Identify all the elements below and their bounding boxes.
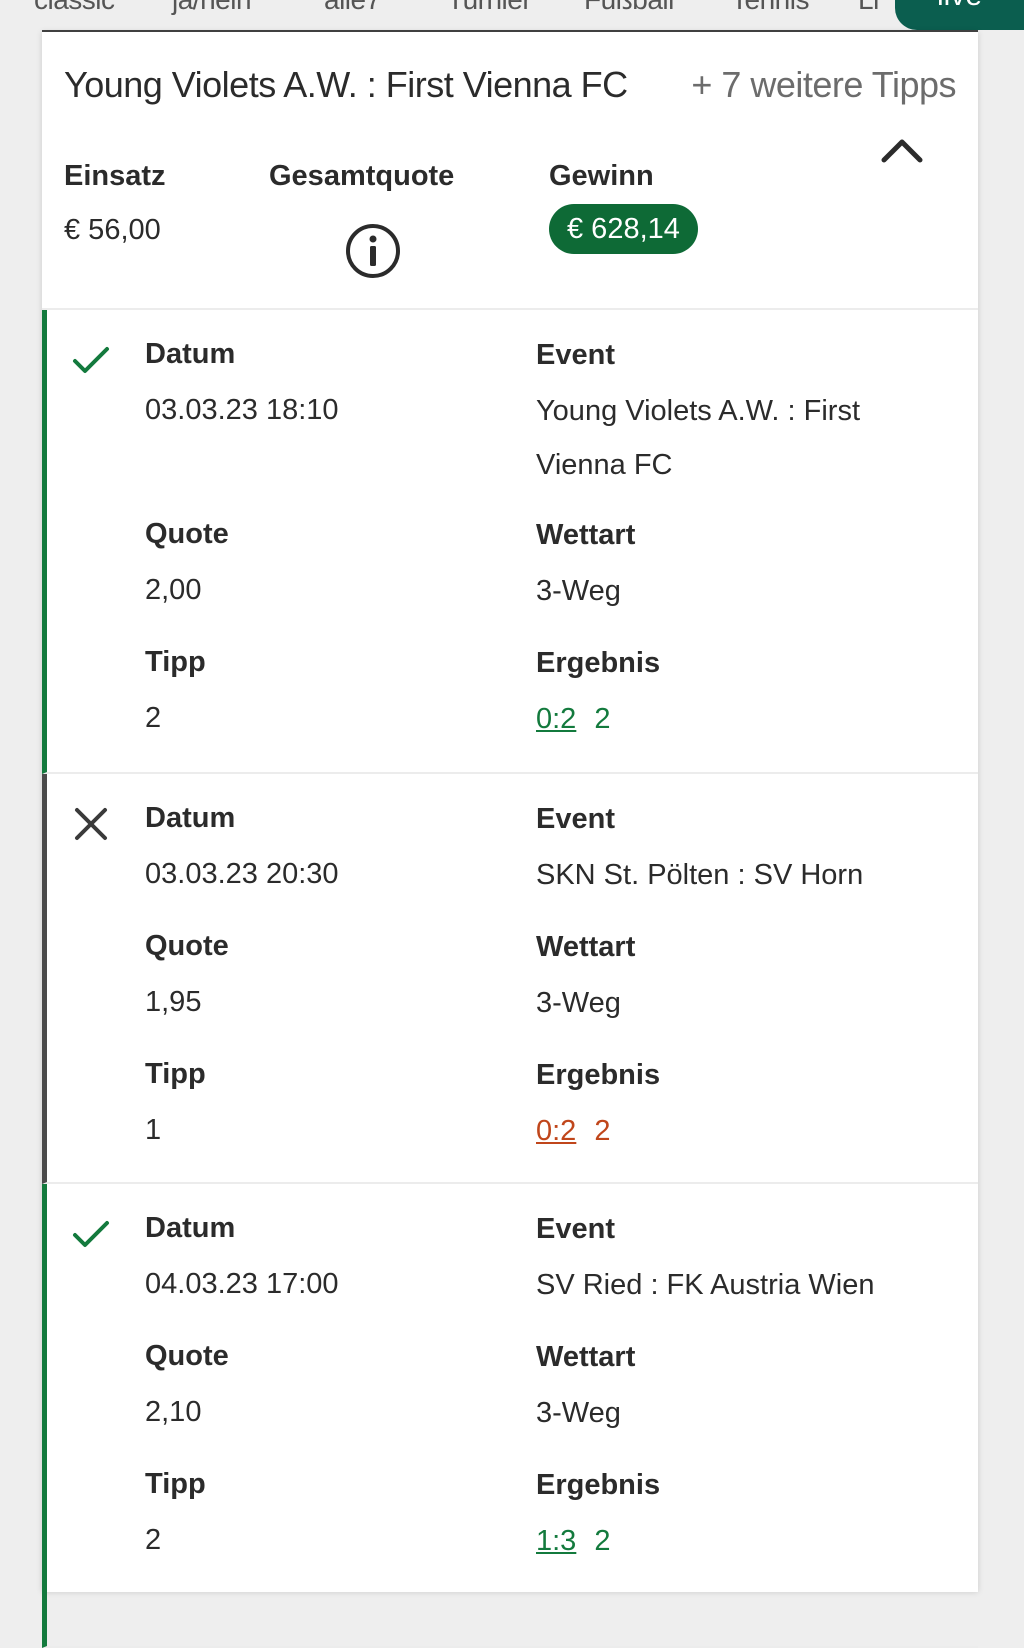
datum-label: Datum — [145, 1212, 236, 1244]
gewinn-label: Gewinn — [549, 160, 654, 192]
tipp-label: Tipp — [145, 1058, 206, 1090]
wettart-value: 3-Weg — [536, 575, 621, 607]
tipp-label: Tipp — [145, 1468, 206, 1500]
datum-value: 03.03.23 18:10 — [145, 394, 339, 426]
check-icon — [73, 347, 109, 373]
wettart-label: Wettart — [536, 1341, 636, 1373]
ergebnis-value: 1:3 2 — [536, 1514, 936, 1568]
ergebnis-tipp: 2 — [594, 1525, 611, 1557]
quote-value: 1,95 — [145, 986, 202, 1018]
quote-value: 2,10 — [145, 1396, 202, 1428]
top-navigation: classic ja/nein alle7 Turnier Fußball Te… — [0, 0, 1024, 32]
tab-turnier[interactable]: Turnier — [447, 0, 532, 16]
einsatz-value: € 56,00 — [64, 214, 161, 246]
datum-value: 03.03.23 20:30 — [145, 858, 339, 890]
ergebnis-label: Ergebnis — [536, 1059, 661, 1091]
summary-event-title: Young Violets A.W. : First Vienna FC — [64, 64, 628, 105]
tab-classic[interactable]: classic — [34, 0, 115, 16]
gesamtquote-label: Gesamtquote — [269, 160, 455, 192]
event-label: Event — [536, 803, 615, 835]
ergebnis-score-link[interactable]: 0:2 — [536, 703, 576, 735]
ergebnis-value: 0:2 2 — [536, 692, 936, 746]
quote-label: Quote — [145, 930, 229, 962]
datum-value: 04.03.23 17:00 — [145, 1268, 339, 1300]
quote-value: 2,00 — [145, 574, 202, 606]
ergebnis-score-link[interactable]: 0:2 — [536, 1115, 576, 1147]
datum-label: Datum — [145, 338, 236, 370]
event-label: Event — [536, 339, 615, 371]
ergebnis-tipp: 2 — [594, 703, 611, 735]
bet-row: Datum 03.03.23 18:10 Event Young Violets… — [42, 310, 978, 774]
gewinn-value-badge: € 628,14 — [549, 204, 698, 254]
tab-tennis[interactable]: Tennis — [731, 0, 809, 16]
quote-label: Quote — [145, 1340, 229, 1372]
datum-label: Datum — [145, 802, 236, 834]
info-icon[interactable] — [344, 222, 402, 280]
wettart-value: 3-Weg — [536, 1397, 621, 1429]
tab-fussball[interactable]: Fußball — [584, 0, 674, 16]
wettart-value: 3-Weg — [536, 987, 621, 1019]
tab-alle7[interactable]: alle7 — [324, 0, 381, 16]
tab-live[interactable]: live — [895, 0, 1024, 30]
ergebnis-tipp: 2 — [594, 1115, 611, 1147]
tipp-value: 2 — [145, 1524, 162, 1556]
wettart-label: Wettart — [536, 931, 636, 963]
ergebnis-label: Ergebnis — [536, 1469, 661, 1501]
bet-row: Datum 03.03.23 20:30 Event SKN St. Pölte… — [42, 774, 978, 1184]
einsatz-label: Einsatz — [64, 160, 166, 192]
bet-row: Datum 04.03.23 17:00 Event SV Ried : FK … — [42, 1184, 978, 1648]
event-value: SV Ried : FK Austria Wien — [536, 1269, 875, 1301]
event-label: Event — [536, 1213, 615, 1245]
check-icon — [73, 1221, 109, 1247]
tipp-value: 2 — [145, 702, 162, 734]
tab-ja-nein[interactable]: ja/nein — [172, 0, 252, 16]
bet-slip-card: Young Violets A.W. : First Vienna FC + 7… — [42, 32, 978, 1648]
tipp-label: Tipp — [145, 646, 206, 678]
tipp-value: 1 — [145, 1114, 162, 1146]
tab-li[interactable]: Li — [858, 0, 879, 16]
bet-summary: Young Violets A.W. : First Vienna FC + 7… — [42, 32, 978, 310]
ergebnis-label: Ergebnis — [536, 647, 661, 679]
ergebnis-value: 0:2 2 — [536, 1104, 936, 1158]
more-tipps-link[interactable]: + 7 weitere Tipps — [691, 64, 956, 106]
wettart-label: Wettart — [536, 519, 636, 551]
quote-label: Quote — [145, 518, 229, 550]
event-value: SKN St. Pölten : SV Horn — [536, 859, 864, 891]
chevron-up-icon[interactable] — [880, 134, 924, 164]
ergebnis-score-link[interactable]: 1:3 — [536, 1525, 576, 1557]
close-icon — [75, 808, 107, 840]
event-value: Young Violets A.W. : First Vienna FC — [536, 395, 860, 481]
